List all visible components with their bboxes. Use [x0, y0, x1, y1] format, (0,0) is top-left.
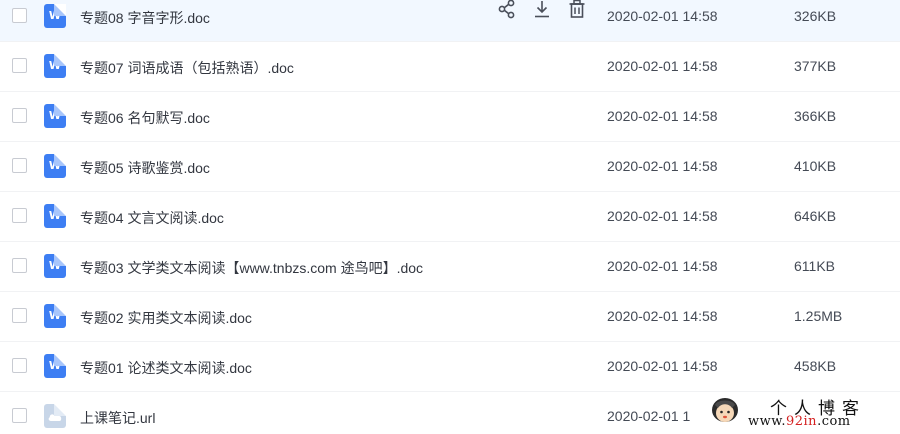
file-name[interactable]: 专题04 文言文阅读.doc — [80, 208, 224, 228]
file-size: 646KB — [794, 208, 837, 224]
row-checkbox[interactable] — [12, 358, 27, 373]
watermark: 个人博客 www.92in.com — [706, 392, 900, 434]
row-checkbox[interactable] — [12, 58, 27, 73]
file-size: 377KB — [794, 58, 837, 74]
file-size: 326KB — [794, 8, 837, 24]
file-name[interactable]: 专题05 诗歌鉴赏.doc — [80, 158, 210, 178]
file-row[interactable]: W 专题02 实用类文本阅读.doc 2020-02-01 14:58 1.25… — [0, 292, 900, 342]
file-date: 2020-02-01 14:58 — [607, 108, 718, 124]
file-name[interactable]: 专题08 字音字形.doc — [80, 8, 210, 28]
word-file-icon: W — [44, 254, 66, 278]
file-name[interactable]: 专题07 词语成语（包括熟语）.doc — [80, 58, 294, 78]
file-row[interactable]: W 专题06 名句默写.doc 2020-02-01 14:58 366KB — [0, 92, 900, 142]
file-size: 410KB — [794, 158, 837, 174]
file-size: 458KB — [794, 358, 837, 374]
download-icon[interactable] — [531, 0, 553, 20]
share-icon[interactable] — [496, 0, 518, 20]
file-name[interactable]: 专题02 实用类文本阅读.doc — [80, 308, 252, 328]
watermark-url: www.92in.com — [748, 414, 851, 429]
file-date: 2020-02-01 14:58 — [607, 358, 718, 374]
file-size: 366KB — [794, 108, 837, 124]
word-file-icon: W — [44, 204, 66, 228]
file-date: 2020-02-01 14:58 — [607, 308, 718, 324]
file-date: 2020-02-01 1 — [607, 408, 691, 424]
word-file-icon: W — [44, 304, 66, 328]
file-name[interactable]: 上课笔记.url — [80, 408, 155, 428]
delete-icon[interactable] — [566, 0, 588, 20]
row-checkbox[interactable] — [12, 158, 27, 173]
watermark-url-suffix: .com — [817, 414, 851, 429]
row-checkbox[interactable] — [12, 8, 27, 23]
word-file-icon: W — [44, 4, 66, 28]
link-file-icon — [44, 404, 66, 428]
file-size: 1.25MB — [794, 308, 843, 324]
file-name[interactable]: 专题06 名句默写.doc — [80, 108, 210, 128]
row-checkbox[interactable] — [12, 258, 27, 273]
watermark-url-prefix: www. — [748, 414, 786, 429]
file-name[interactable]: 专题01 论述类文本阅读.doc — [80, 358, 252, 378]
file-row[interactable]: W 专题08 字音字形.doc 2020-02-01 14:58 326KB — [0, 0, 900, 42]
mascot-face-icon — [712, 398, 738, 422]
row-checkbox[interactable] — [12, 208, 27, 223]
file-list: W 专题08 字音字形.doc 2020-02-01 14:58 326KB W… — [0, 0, 900, 434]
row-checkbox[interactable] — [12, 408, 27, 423]
file-date: 2020-02-01 14:58 — [607, 208, 718, 224]
row-checkbox[interactable] — [12, 308, 27, 323]
word-file-icon: W — [44, 54, 66, 78]
row-checkbox[interactable] — [12, 108, 27, 123]
file-row[interactable]: W 专题07 词语成语（包括熟语）.doc 2020-02-01 14:58 3… — [0, 42, 900, 92]
file-date: 2020-02-01 14:58 — [607, 58, 718, 74]
watermark-url-red: 92in — [785, 414, 818, 429]
file-date: 2020-02-01 14:58 — [607, 8, 718, 24]
word-file-icon: W — [44, 154, 66, 178]
file-date: 2020-02-01 14:58 — [607, 258, 718, 274]
cloud-icon — [48, 413, 62, 421]
file-row[interactable]: W 专题01 论述类文本阅读.doc 2020-02-01 14:58 458K… — [0, 342, 900, 392]
file-row[interactable]: W 专题03 文学类文本阅读【www.tnbzs.com 途鸟吧】.doc 20… — [0, 242, 900, 292]
file-size: 611KB — [794, 258, 835, 274]
file-name[interactable]: 专题03 文学类文本阅读【www.tnbzs.com 途鸟吧】.doc — [80, 258, 423, 278]
file-row[interactable]: W 专题05 诗歌鉴赏.doc 2020-02-01 14:58 410KB — [0, 142, 900, 192]
word-file-icon: W — [44, 354, 66, 378]
word-file-icon: W — [44, 104, 66, 128]
file-row[interactable]: W 专题04 文言文阅读.doc 2020-02-01 14:58 646KB — [0, 192, 900, 242]
file-date: 2020-02-01 14:58 — [607, 158, 718, 174]
